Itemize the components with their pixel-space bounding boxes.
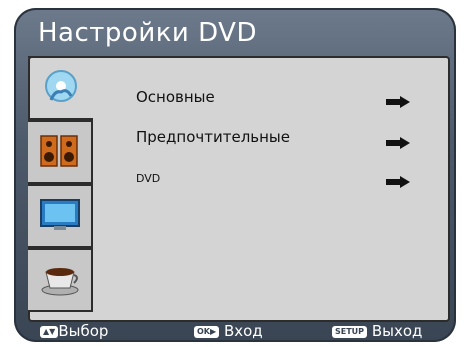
ok-key: OK▶	[194, 325, 220, 338]
setup-key: SETUP	[332, 325, 368, 338]
arrow-right-icon	[386, 93, 410, 108]
menu-item-preferences[interactable]: Предпочтительные	[136, 128, 290, 146]
arrow-right-icon	[386, 134, 410, 149]
coffee-cup-icon	[38, 258, 82, 302]
menu-item-dvd[interactable]: DVD	[136, 172, 160, 185]
arrow-right-icon	[386, 173, 410, 188]
sidebar-item-general[interactable]	[28, 56, 93, 120]
page-title: Настройки DVD	[38, 18, 257, 48]
hint-select-label: Выбор	[58, 322, 109, 340]
select-key: ▲▼	[40, 325, 59, 338]
sidebar-item-preferences[interactable]	[28, 248, 93, 312]
disc-person-icon	[41, 66, 81, 110]
hint-exit-label: Выход	[371, 322, 423, 340]
sidebar	[28, 56, 95, 318]
footer-hints: ▲▼ Выбор OK▶ Вход SETUP Выход	[14, 316, 456, 342]
sidebar-item-audio[interactable]	[28, 120, 93, 184]
hint-select: ▲▼ Выбор	[40, 322, 108, 340]
sidebar-item-video[interactable]	[28, 184, 93, 248]
hint-enter: OK▶ Вход	[194, 322, 263, 340]
hint-exit: SETUP Выход	[332, 322, 422, 340]
tv-screen-icon	[38, 194, 82, 238]
hint-enter-label: Вход	[223, 322, 263, 340]
menu-item-general[interactable]: Основные	[136, 88, 215, 106]
speakers-icon	[39, 130, 81, 174]
